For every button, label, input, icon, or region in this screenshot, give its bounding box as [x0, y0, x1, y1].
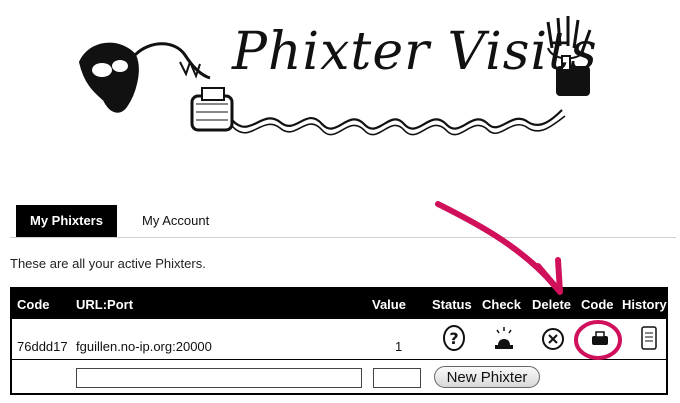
- header-code: Code: [17, 297, 50, 312]
- row-value: 1: [395, 339, 403, 354]
- logo-title: Phixter Visits: [232, 22, 598, 82]
- header-delete: Delete: [532, 297, 572, 312]
- svg-text:?: ?: [449, 329, 458, 348]
- phixters-table: Code URL:Port Value Status Check Delete …: [10, 287, 668, 395]
- tab-my-phixters[interactable]: My Phixters: [16, 205, 117, 237]
- tab-bar: My Phixters My Account: [10, 205, 676, 238]
- row-code: 76ddd17: [17, 339, 68, 354]
- header-check: Check: [482, 297, 522, 312]
- header-history: History: [622, 297, 667, 312]
- phone-code-icon[interactable]: [586, 323, 614, 353]
- tab-my-account[interactable]: My Account: [128, 205, 224, 237]
- telephone-icon: [190, 87, 234, 132]
- table-header: Code URL:Port Value Status Check Delete …: [12, 289, 667, 319]
- creature-head-icon: [78, 42, 211, 113]
- header-value: Value: [372, 297, 406, 312]
- siren-icon[interactable]: [490, 323, 518, 353]
- logo: Phixter Visits: [0, 0, 680, 180]
- row-url: fguillen.no-ip.org:20000: [76, 339, 212, 354]
- intro-text: These are all your active Phixters.: [10, 256, 206, 271]
- new-phixter-button[interactable]: New Phixter: [434, 366, 540, 388]
- add-phixter-row: New Phixter: [12, 361, 666, 395]
- value-input[interactable]: [373, 368, 421, 388]
- header-code-2: Code: [581, 297, 614, 312]
- table-row: 76ddd17 fguillen.no-ip.org:20000 1 ?: [12, 319, 666, 360]
- header-url-port: URL:Port: [76, 297, 134, 312]
- delete-x-icon[interactable]: [539, 323, 567, 353]
- url-port-input[interactable]: [76, 368, 362, 388]
- header-status: Status: [432, 297, 472, 312]
- question-icon[interactable]: ?: [440, 323, 468, 353]
- history-doc-icon[interactable]: [635, 323, 663, 353]
